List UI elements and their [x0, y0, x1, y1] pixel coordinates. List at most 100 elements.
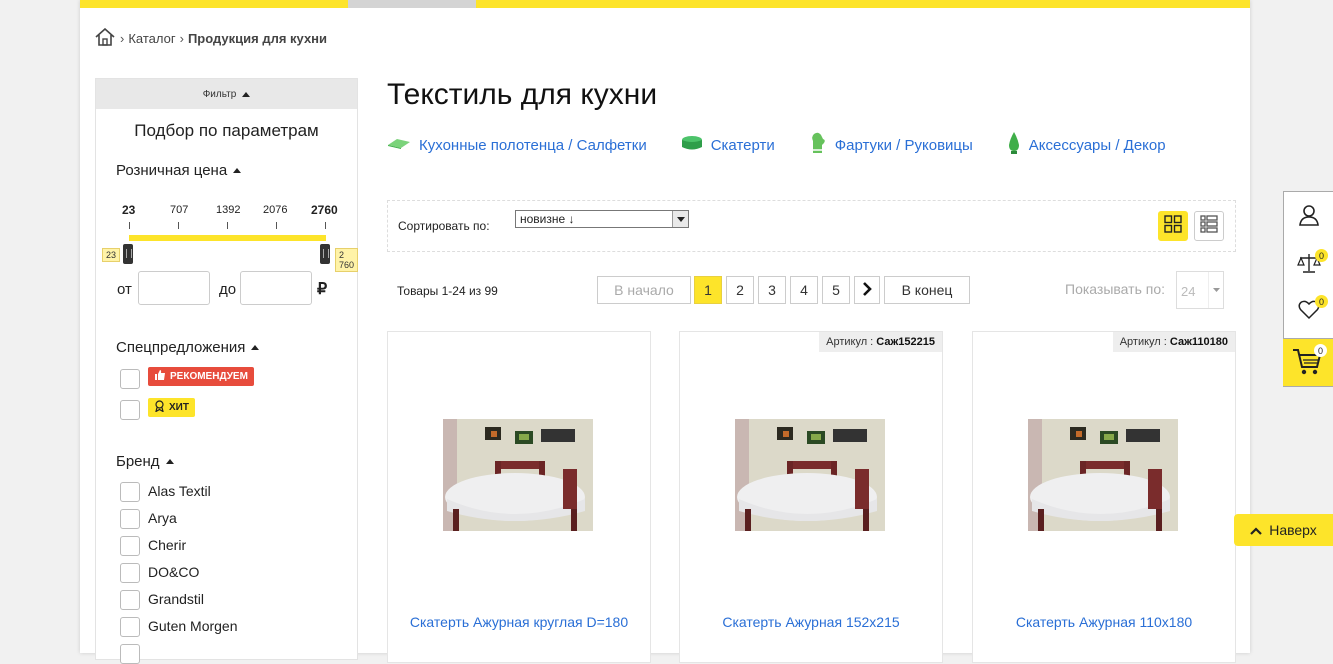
brand-item[interactable]: Cherir: [148, 537, 186, 553]
breadcrumb-catalog[interactable]: Каталог: [128, 31, 175, 46]
account-button[interactable]: [1284, 194, 1333, 240]
price-from-input[interactable]: [138, 271, 210, 305]
scroll-to-top-button[interactable]: Наверх: [1234, 514, 1333, 546]
list-view-button[interactable]: [1194, 211, 1224, 241]
brand-item[interactable]: Guten Morgen: [148, 618, 238, 634]
page: › Каталог › Продукция для кухни Фильтр П…: [80, 0, 1250, 664]
chevron-up-icon: [1250, 522, 1262, 538]
scale-tick-mark: [129, 222, 130, 229]
price-max-handle[interactable]: [320, 244, 330, 264]
brand-item[interactable]: Arya: [148, 510, 177, 526]
subcategory-list: Кухонные полотенца / Салфетки Скатерти Ф…: [387, 131, 1166, 159]
brand-section-toggle[interactable]: Бренд: [116, 453, 174, 470]
pager-next-button[interactable]: [854, 276, 880, 304]
offers-section-toggle[interactable]: Спецпредложения: [116, 339, 260, 356]
article-label: Артикул :: [826, 336, 874, 348]
page-title: Текстиль для кухни: [387, 78, 658, 111]
pager-page-3[interactable]: 3: [758, 276, 786, 304]
brand-checkbox[interactable]: [120, 536, 140, 556]
price-to-input[interactable]: [240, 271, 312, 305]
product-name[interactable]: Скатерть Ажурная круглая D=180: [398, 613, 640, 632]
pager-first-button[interactable]: В начало: [597, 276, 691, 304]
price-scale-tick: 1392: [216, 204, 241, 216]
subcategory-towels[interactable]: Кухонные полотенца / Салфетки: [387, 131, 647, 159]
brand-checkbox[interactable]: [120, 644, 140, 664]
article-code: Саж152215: [876, 336, 935, 348]
product-card[interactable]: Артикул : Саж110180 Скатерть Ажурная 110…: [972, 331, 1236, 663]
brand-item[interactable]: Alas Textil: [148, 483, 211, 499]
subcategory-tablecloths[interactable]: Скатерти: [681, 131, 775, 159]
product-name[interactable]: Скатерть Ажурная 110х180: [983, 613, 1225, 632]
cart-button[interactable]: 0: [1283, 338, 1333, 386]
offer-hit-checkbox[interactable]: [120, 400, 140, 420]
list-icon: [1200, 214, 1218, 238]
brand-checkbox[interactable]: [120, 590, 140, 610]
price-slider-track[interactable]: [129, 235, 326, 241]
cart-count: 0: [1314, 344, 1327, 357]
pager-page-1[interactable]: 1: [694, 276, 722, 304]
subcategory-label: Фартуки / Руковицы: [834, 136, 973, 154]
price-label: Розничная цена: [116, 162, 228, 179]
filter-toggle[interactable]: Фильтр: [96, 79, 357, 109]
pager-page-4[interactable]: 4: [790, 276, 818, 304]
compare-button[interactable]: 0: [1284, 242, 1333, 288]
offers-label: Спецпредложения: [116, 339, 246, 356]
tablecloth-icon: [681, 135, 703, 155]
scale-tick-mark: [325, 222, 326, 229]
product-image[interactable]: [443, 419, 593, 531]
price-to-label: до: [219, 281, 237, 298]
page-size-select[interactable]: 24: [1176, 271, 1224, 309]
price-section-toggle[interactable]: Розничная цена: [116, 162, 242, 179]
brand-label: Бренд: [116, 453, 160, 470]
filter-title: Подбор по параметрам: [134, 121, 319, 140]
pager-last-button[interactable]: В конец: [884, 276, 970, 304]
decor-icon: [1007, 131, 1021, 159]
page-size-label: Показывать по:: [1065, 281, 1166, 297]
scale-tick-mark: [227, 222, 228, 229]
scroll-to-top-label: Наверх: [1269, 522, 1317, 538]
price-min-handle[interactable]: [123, 244, 133, 264]
subcategory-accessories[interactable]: Аксессуары / Декор: [1007, 131, 1166, 159]
pager-page-5[interactable]: 5: [822, 276, 850, 304]
subcategory-label: Аксессуары / Декор: [1028, 136, 1166, 154]
price-from-label: от: [117, 281, 132, 298]
breadcrumb: › Каталог › Продукция для кухни: [94, 27, 327, 49]
brand-item[interactable]: Grandstil: [148, 591, 204, 607]
award-icon: [154, 400, 165, 415]
scale-tick-mark: [276, 222, 277, 229]
price-scale-min: 23: [122, 203, 136, 217]
offer-recommend-checkbox[interactable]: [120, 369, 140, 389]
compare-count: 0: [1315, 249, 1328, 262]
user-icon: [1298, 204, 1320, 231]
product-card[interactable]: Артикул : Саж152215 Скатерть Ажурная 152…: [679, 331, 943, 663]
top-nav-active-segment[interactable]: [348, 0, 476, 8]
brand-item[interactable]: DO&CO: [148, 564, 199, 580]
brand-checkbox[interactable]: [120, 509, 140, 529]
product-image[interactable]: [735, 419, 885, 531]
product-image[interactable]: [1028, 419, 1178, 531]
product-article: Артикул : Саж152215: [819, 332, 942, 352]
brand-checkbox[interactable]: [120, 482, 140, 502]
grid-icon: [1164, 214, 1182, 238]
currency-sign: ₽: [317, 281, 328, 298]
product-name[interactable]: Скатерть Ажурная 152х215: [690, 613, 932, 632]
badge-recommend-label: РЕКОМЕНДУЕМ: [170, 371, 248, 382]
caret-up-icon: [165, 459, 174, 464]
favorites-button[interactable]: 0: [1284, 289, 1333, 335]
grid-view-button[interactable]: [1158, 211, 1188, 241]
price-scale-max: 2760: [311, 203, 338, 217]
filter-sidebar: Фильтр Подбор по параметрам Розничная це…: [95, 78, 359, 664]
home-icon[interactable]: [94, 27, 116, 49]
brand-checkbox[interactable]: [120, 617, 140, 637]
favorites-count: 0: [1315, 295, 1328, 308]
pager-page-2[interactable]: 2: [726, 276, 754, 304]
caret-up-icon: [242, 91, 251, 97]
brand-checkbox[interactable]: [120, 563, 140, 583]
product-article: Артикул : Саж110180: [1112, 332, 1235, 352]
price-scale-tick: 2076: [263, 204, 288, 216]
product-card[interactable]: Скатерть Ажурная круглая D=180: [387, 331, 651, 663]
badge-recommend: РЕКОМЕНДУЕМ: [148, 367, 254, 386]
sort-select[interactable]: новизне ↓: [515, 210, 689, 228]
subcategory-aprons[interactable]: Фартуки / Руковицы: [809, 131, 973, 159]
sort-value: новизне ↓: [520, 212, 575, 226]
